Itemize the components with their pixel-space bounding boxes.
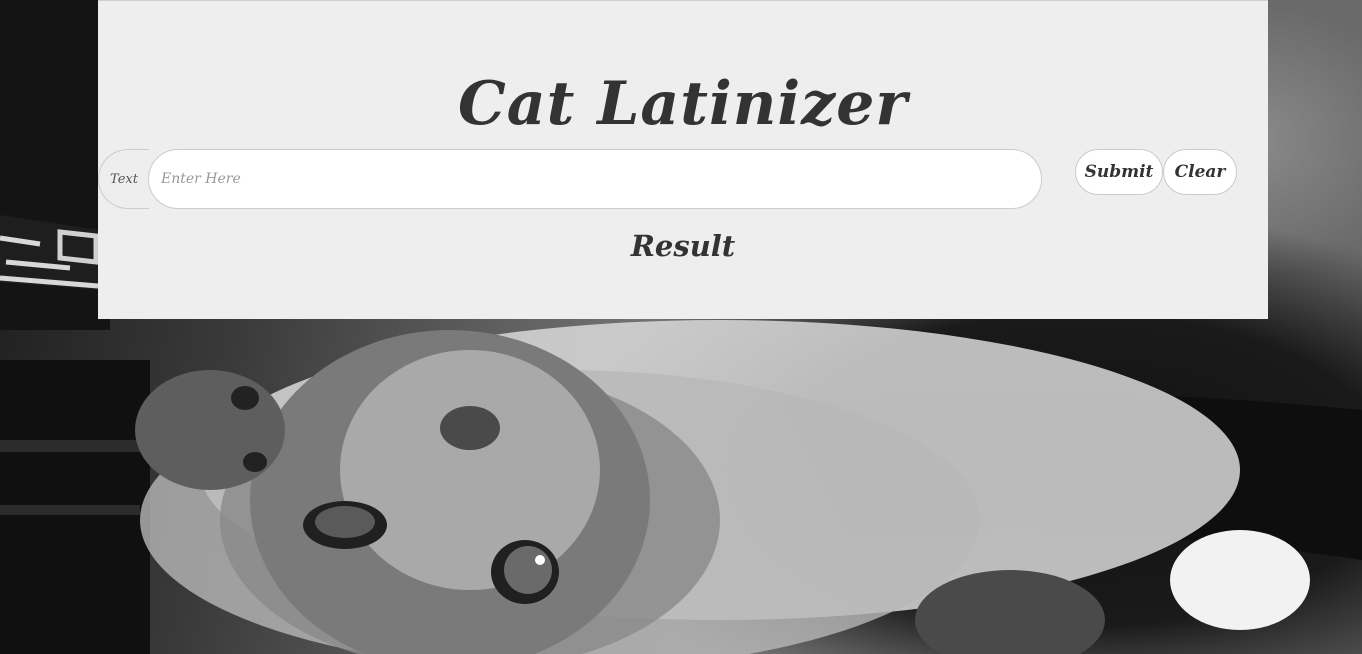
result-heading: Result — [630, 229, 736, 263]
input-addon-label: Text — [98, 149, 149, 209]
text-input-group: Text — [98, 149, 1044, 209]
submit-button[interactable]: Submit — [1075, 149, 1163, 195]
latinizer-card: Cat Latinizer Text Submit Clear Result — [98, 0, 1268, 319]
clear-button[interactable]: Clear — [1163, 149, 1237, 195]
page-title: Cat Latinizer — [457, 69, 909, 139]
text-input[interactable] — [148, 149, 1042, 209]
